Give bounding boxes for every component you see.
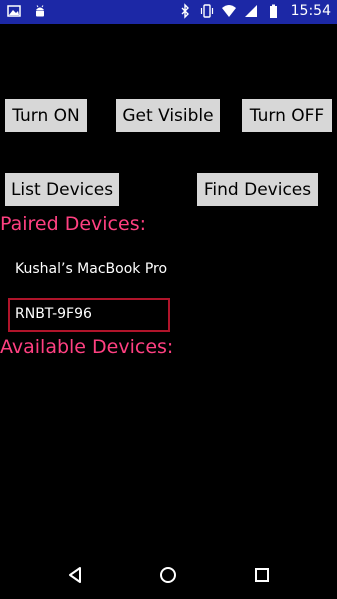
list-devices-button[interactable]: List Devices xyxy=(5,173,119,206)
home-icon[interactable] xyxy=(156,563,180,587)
signal-icon xyxy=(244,5,257,17)
battery-icon xyxy=(269,4,277,18)
available-devices-heading: Available Devices: xyxy=(0,336,174,358)
bluetooth-icon xyxy=(181,3,189,19)
paired-devices-heading: Paired Devices: xyxy=(0,213,146,235)
turn-off-button[interactable]: Turn OFF xyxy=(242,99,332,132)
turn-on-button[interactable]: Turn ON xyxy=(5,99,87,132)
status-time: 15:54 xyxy=(290,3,331,19)
paired-device-item-selected[interactable]: RNBT-9F96 xyxy=(15,306,92,322)
android-icon xyxy=(36,5,44,17)
paired-device-item[interactable]: Kushal’s MacBook Pro xyxy=(15,261,167,277)
vibrate-icon xyxy=(200,4,213,18)
wifi-icon xyxy=(221,5,236,17)
get-visible-button[interactable]: Get Visible xyxy=(116,99,220,132)
back-icon[interactable] xyxy=(63,563,87,587)
recents-icon[interactable] xyxy=(250,563,274,587)
navigation-bar xyxy=(0,551,337,599)
find-devices-button[interactable]: Find Devices xyxy=(197,173,318,206)
image-icon xyxy=(7,5,21,17)
status-bar: 15:54 xyxy=(0,0,337,24)
